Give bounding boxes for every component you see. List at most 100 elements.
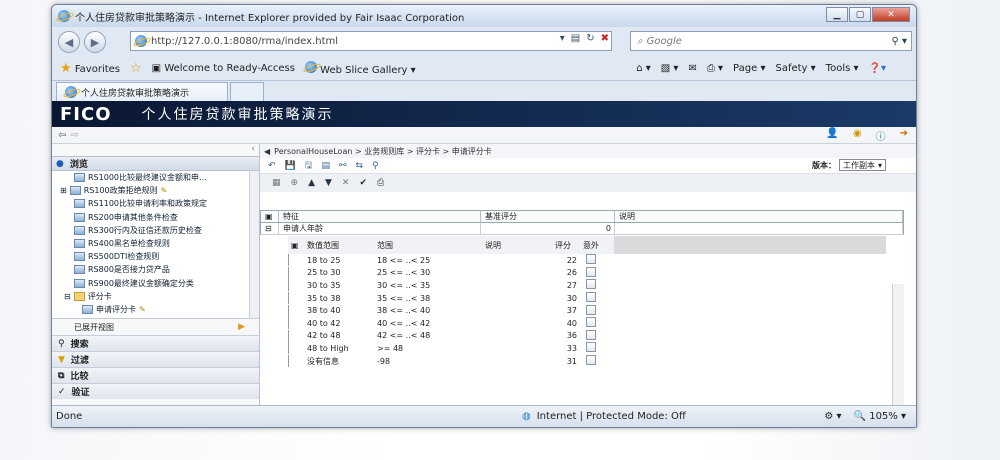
tree-scrollbar[interactable] <box>249 171 259 318</box>
pin-icon[interactable]: ⚲ <box>372 161 379 171</box>
favorites-button[interactable]: ★ Favorites <box>60 61 120 76</box>
bin-range: 30 <= ..< 35 <box>377 280 431 290</box>
safety-menu[interactable]: Safety ▾ <box>775 63 815 74</box>
zoom-control[interactable]: 🔍 105% ▾ <box>854 411 906 422</box>
move-up-icon[interactable]: ▲ <box>308 178 315 188</box>
forward-button[interactable]: ▶ <box>84 31 106 53</box>
delete-icon[interactable]: ✕ <box>342 178 350 188</box>
exception-checkbox[interactable] <box>586 292 596 303</box>
grid-scrollbar[interactable] <box>892 284 904 408</box>
bin-row[interactable]: 18 to 25 18 <= ..< 25 22 <box>288 254 886 267</box>
minimize-button[interactable]: ▁ <box>826 7 848 22</box>
bin-row-handle <box>288 329 304 342</box>
page-menu[interactable]: Page ▾ <box>733 63 765 74</box>
search-icon[interactable]: ⚲ ▾ <box>891 36 907 47</box>
address-bar[interactable]: http://127.0.0.1:8080/rma/index.html ▾ ▤… <box>130 31 612 51</box>
tree-item[interactable]: RS400黑名单检查规则 <box>60 237 259 250</box>
expand-icon[interactable]: ⊞ <box>60 186 67 195</box>
bin-row[interactable]: 35 to 38 35 <= ..< 38 30 <box>288 292 886 305</box>
check-icon[interactable]: ✔ <box>359 178 367 188</box>
link-icon[interactable]: ⚯ <box>339 161 347 171</box>
bin-row[interactable]: 25 to 30 25 <= ..< 30 26 <box>288 266 886 280</box>
verify-section[interactable]: ✓ 验证 <box>52 383 259 399</box>
bin-row[interactable]: 38 to 40 38 <= ..< 40 37 <box>288 304 886 317</box>
bin-row-handle <box>288 355 304 368</box>
properties-icon[interactable]: ▤ <box>321 161 330 171</box>
bin-row[interactable]: 42 to 48 42 <= ..< 48 36 <box>288 329 886 343</box>
zone-indicator[interactable]: ◍ Internet | Protected Mode: Off <box>522 411 686 422</box>
back-button[interactable]: ◀ <box>58 31 80 53</box>
collapse-icon[interactable]: ‹ <box>52 144 259 156</box>
refresh-icon[interactable]: ↻ <box>586 33 594 44</box>
tree-item[interactable]: RS300行内及征信还款历史检查 <box>60 224 259 237</box>
exception-checkbox[interactable] <box>586 279 596 290</box>
bin-row[interactable]: 48 to High >= 48 33 <box>288 342 886 355</box>
save-as-icon[interactable]: 🖫 <box>305 158 313 174</box>
tree-item-selected[interactable]: 申请评分卡 ✎ <box>60 303 259 316</box>
logout-icon[interactable]: ➔ <box>900 128 908 143</box>
fav-item-welcome[interactable]: ▣ Welcome to Ready-Access <box>152 63 295 74</box>
exception-checkbox[interactable] <box>586 355 596 366</box>
exception-checkbox[interactable] <box>586 329 596 340</box>
characteristic-desc[interactable] <box>615 223 903 234</box>
tree-item-folder[interactable]: ⊟ 评分卡 <box>60 290 259 303</box>
compat-icon[interactable]: ▤ <box>571 33 580 44</box>
bin-row[interactable]: 30 to 35 30 <= ..< 35 27 <box>288 279 886 292</box>
tree-item[interactable]: RS1000比较最终建议金额和申… <box>60 171 259 184</box>
info-icon[interactable]: ⓘ <box>876 128 886 143</box>
app-back-icon[interactable]: ⇦ <box>58 130 66 141</box>
user-icon[interactable]: 👤 <box>826 128 838 143</box>
print-icon[interactable]: ⎙ ▾ <box>707 63 723 74</box>
tree-item[interactable]: ⊞ RS100政策拒绝规则 ✎ <box>60 184 259 197</box>
new-tab-button[interactable] <box>230 82 264 101</box>
close-button[interactable]: ✕ <box>872 7 910 22</box>
mail-icon[interactable]: ✉ <box>688 63 696 74</box>
share-icon[interactable]: ⇆ <box>356 161 364 171</box>
fav-item-webslice[interactable]: Web Slice Gallery ▾ <box>304 61 416 76</box>
browse-header[interactable]: ● 浏览 <box>52 156 259 171</box>
version-select[interactable]: 工作副本 ▾ <box>838 159 886 171</box>
tools-menu[interactable]: Tools ▾ <box>826 63 859 74</box>
ruleset-icon <box>74 252 85 262</box>
exception-checkbox[interactable] <box>586 342 596 353</box>
collapse-tree-icon[interactable]: ⊟ <box>64 292 71 301</box>
exception-checkbox[interactable] <box>586 317 596 328</box>
app-forward-icon[interactable]: ⇨ <box>70 130 78 141</box>
feeds-icon[interactable]: ▧ ▾ <box>661 63 679 74</box>
bin-row[interactable]: 没有信息 -98 31 <box>288 355 886 368</box>
help-icon[interactable]: ❓▾ <box>869 63 886 74</box>
undo-icon[interactable]: ↶ <box>268 161 276 171</box>
save-icon[interactable]: 💾 <box>285 161 296 171</box>
stop-icon[interactable]: ✖ <box>601 33 609 44</box>
insert-icon[interactable]: ⊕ <box>291 178 299 188</box>
maximize-button[interactable]: ▢ <box>849 7 871 22</box>
app-toolbar: ⇦ ⇨ 👤 ◉ ⓘ ➔ <box>52 127 916 144</box>
filter-section[interactable]: ▼ 过滤 <box>52 351 259 367</box>
home-icon[interactable]: ⌂ ▾ <box>636 63 651 74</box>
collapse-row-icon[interactable]: ⊟ <box>261 223 279 234</box>
tree-item[interactable]: RS900最终建议金额确定分类 <box>60 277 259 290</box>
protected-mode-icon[interactable]: ⚙ ▾ <box>824 411 841 422</box>
exception-checkbox[interactable] <box>586 254 596 265</box>
tab-main[interactable]: 个人住房贷款审批策略演示 <box>56 82 228 101</box>
print-icon[interactable]: ⎙ <box>377 178 384 188</box>
compare-section[interactable]: ⧉ 比较 <box>52 367 259 383</box>
settings-icon[interactable]: ◉ <box>853 128 862 143</box>
tree-item[interactable]: RS1100比较申请利率和政策规定 <box>60 197 259 210</box>
tree-item[interactable]: RS500DTI检查规则 <box>60 250 259 263</box>
search-section[interactable]: ⚲ 搜索 <box>52 335 259 351</box>
exception-checkbox[interactable] <box>586 266 596 277</box>
collapse-left-icon[interactable]: ◀ <box>264 147 270 156</box>
add-favorite-icon[interactable]: ☆ <box>130 61 142 76</box>
move-down-icon[interactable]: ▼ <box>325 178 332 188</box>
tree-item[interactable]: RS200申请其他条件检查 <box>60 211 259 224</box>
bin-row-handle <box>288 266 304 279</box>
search-box[interactable]: ⌕ Google ⚲ ▾ <box>630 31 912 51</box>
bin-row[interactable]: 40 to 42 40 <= ..< 42 40 <box>288 317 886 330</box>
add-row-icon[interactable]: ▦ <box>272 178 281 188</box>
characteristic-row[interactable]: ⊟ 申请人年龄 0 <box>260 223 904 235</box>
exception-checkbox[interactable] <box>586 304 596 315</box>
dropdown-icon[interactable]: ▾ <box>560 33 565 44</box>
expanded-view-item[interactable]: 已展开视图 ▶ <box>52 319 259 335</box>
tree-item[interactable]: RS800是否接力贷产品 <box>60 263 259 276</box>
